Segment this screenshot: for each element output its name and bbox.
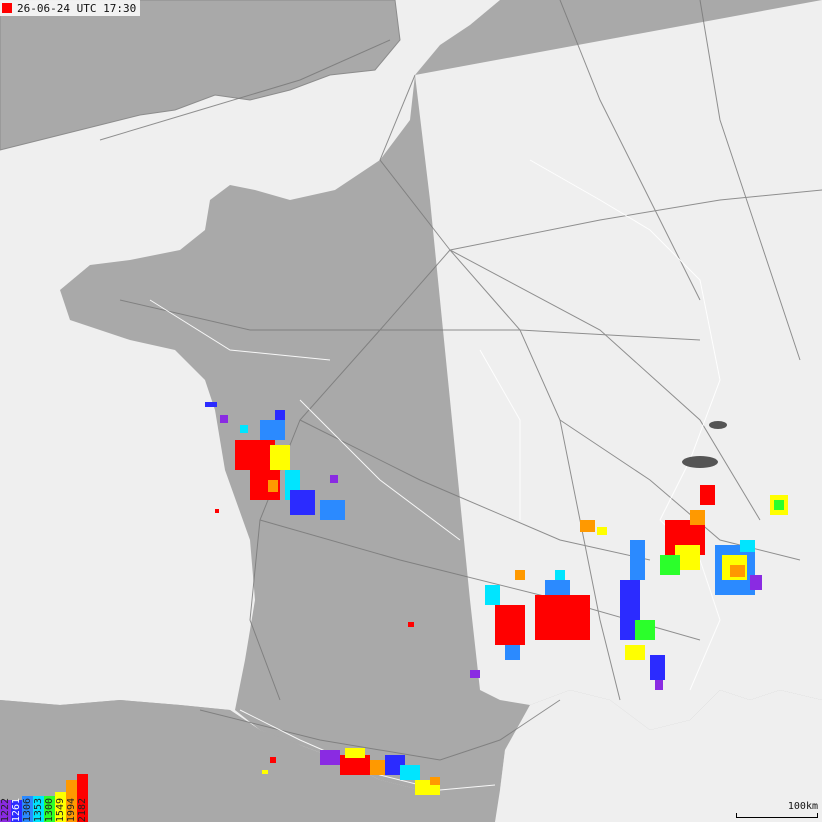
legend-label: 1300 xyxy=(44,797,55,822)
timestamp-marker-icon xyxy=(2,3,12,13)
legend-label: 2182 xyxy=(77,797,88,822)
lake-geneva xyxy=(682,456,718,468)
scale-bar: 100km xyxy=(736,801,818,818)
legend-label: 1222 xyxy=(0,797,11,822)
legend-label: 1549 xyxy=(55,797,66,822)
legend-item-2182: 2182 xyxy=(77,774,88,822)
legend-label: 1353 xyxy=(33,797,44,822)
lake-neuchatel xyxy=(709,421,727,429)
legend-item-1261: 1261 xyxy=(11,797,22,822)
legend-item-1994: 1994 xyxy=(66,780,77,822)
intensity-legend: 1222 1261 1306 1353 1300 1549 1994 2182 xyxy=(0,774,88,822)
legend-label: 1994 xyxy=(66,797,77,822)
legend-label: 1261 xyxy=(11,797,22,822)
legend-label: 1306 xyxy=(22,797,33,822)
legend-item-1222: 1222 xyxy=(0,797,11,822)
scale-line xyxy=(736,813,818,818)
timestamp-label: 26-06-24 UTC 17:30 xyxy=(17,1,137,15)
legend-item-1549: 1549 xyxy=(55,792,66,822)
scale-label: 100km xyxy=(787,801,818,812)
timestamp-bar: 26-06-24 UTC 17:30 xyxy=(0,0,141,16)
lightning-map[interactable] xyxy=(0,0,822,822)
legend-item-1300: 1300 xyxy=(44,796,55,822)
legend-item-1306: 1306 xyxy=(22,796,33,822)
legend-item-1353: 1353 xyxy=(33,796,44,822)
